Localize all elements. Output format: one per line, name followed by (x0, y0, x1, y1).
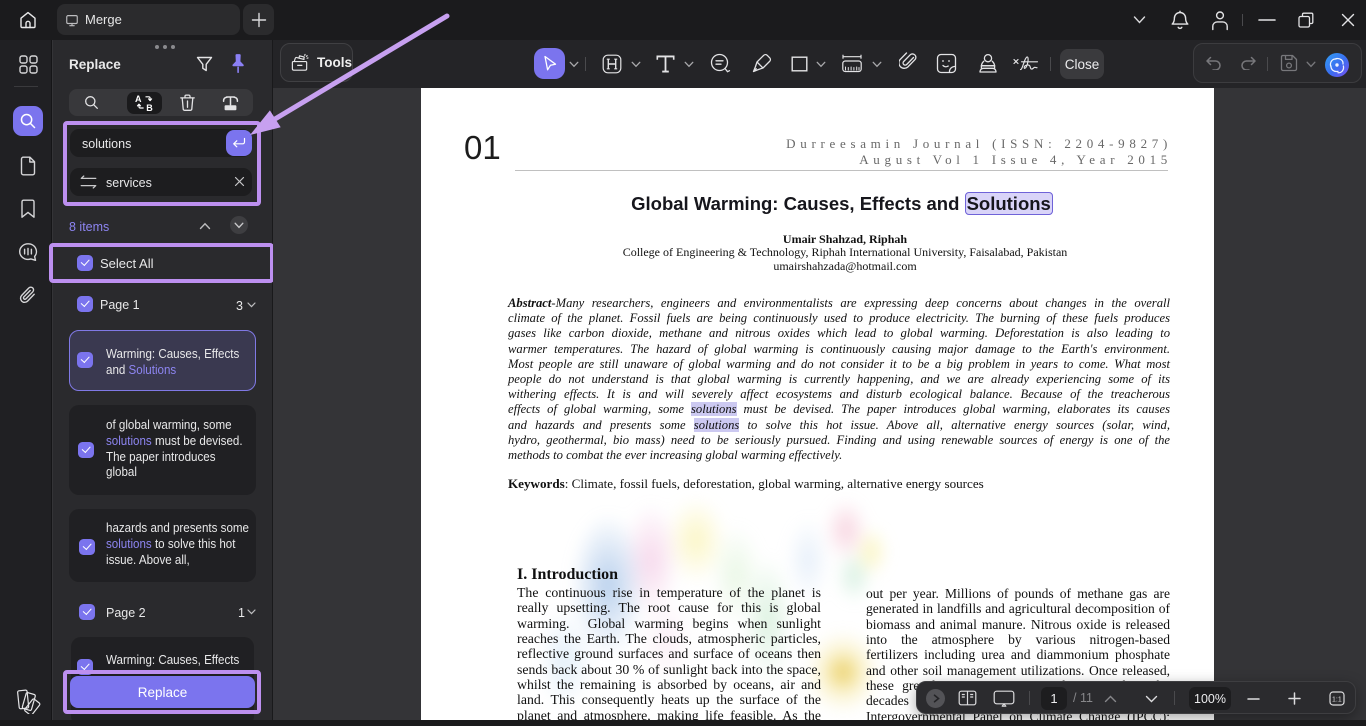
svg-text:1:1: 1:1 (1332, 697, 1342, 704)
svg-text:A: A (135, 94, 142, 104)
svg-text:B: B (146, 103, 153, 111)
